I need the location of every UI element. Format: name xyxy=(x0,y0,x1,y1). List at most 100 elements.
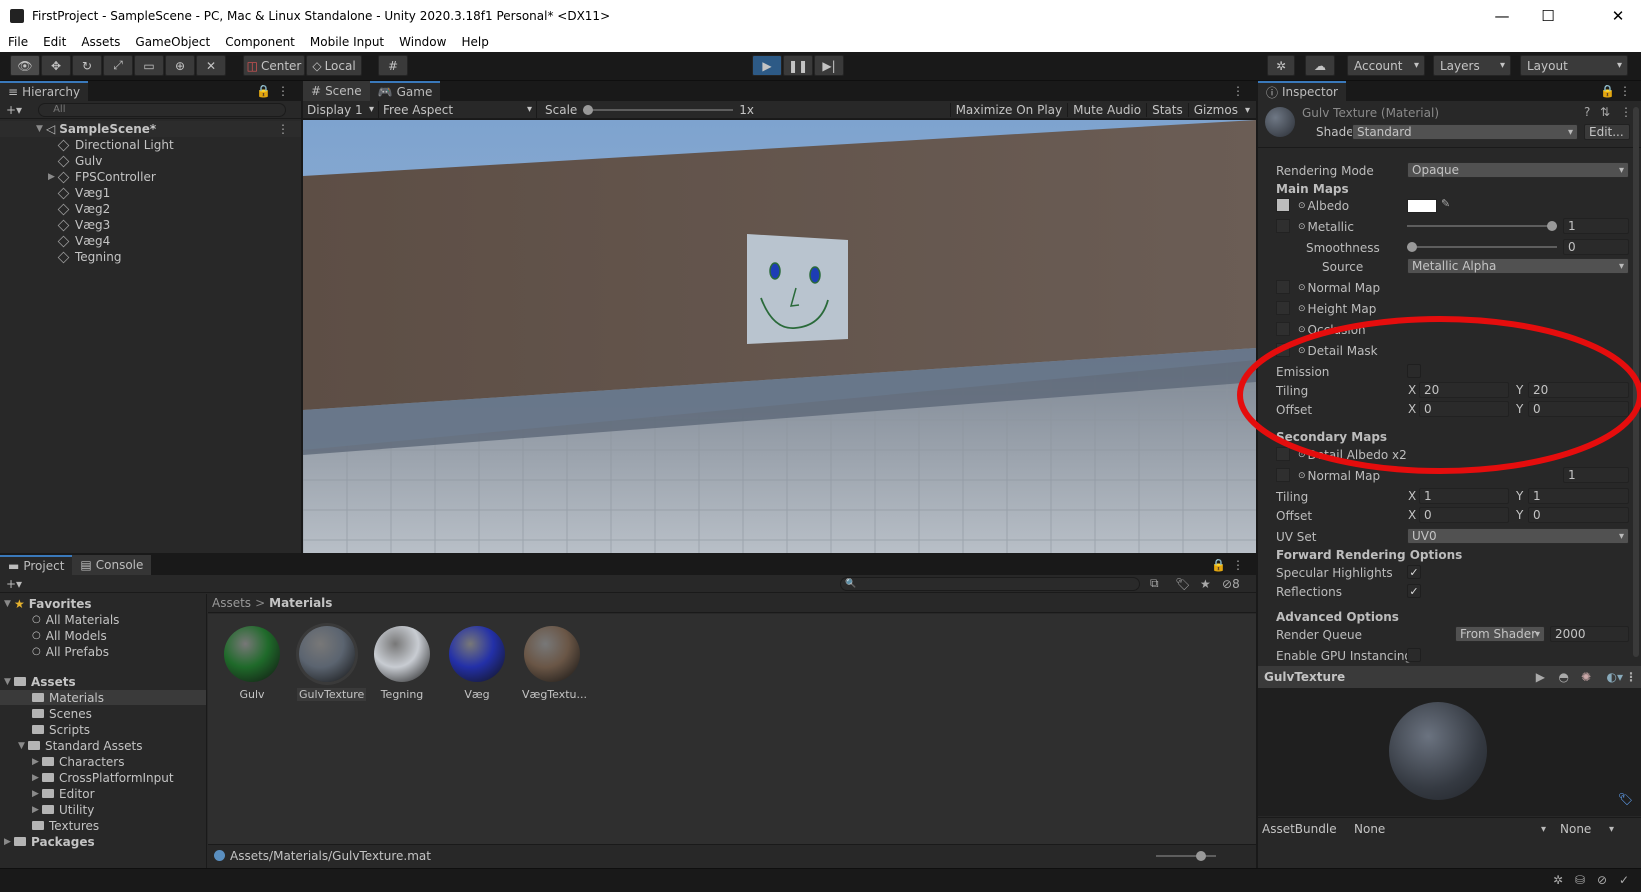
ok-icon[interactable]: ✓ xyxy=(1619,873,1629,887)
rect-tool-icon[interactable]: ▭ xyxy=(134,55,164,76)
tab-project[interactable]: ▬ Project xyxy=(0,555,73,575)
target-icon[interactable]: ⊙ xyxy=(1298,471,1306,481)
expand-arrow-icon[interactable]: ▼ xyxy=(4,599,14,609)
scale-slider-knob[interactable] xyxy=(583,104,594,115)
breadcrumb-assets[interactable]: Assets xyxy=(212,596,251,610)
sphere-mesh-icon[interactable]: ◓ xyxy=(1559,670,1569,684)
expand-arrow-icon[interactable]: ▼ xyxy=(4,677,14,687)
inspector-scrollbar[interactable] xyxy=(1633,107,1639,657)
add-icon[interactable]: +▾ xyxy=(6,103,22,117)
tab-console[interactable]: ▤ Console xyxy=(72,555,152,575)
folder-row[interactable]: Materials xyxy=(0,690,206,705)
step-button[interactable]: ▶| xyxy=(814,55,844,76)
close-button[interactable]: ✕ xyxy=(1595,0,1641,32)
main-tiling-x-field[interactable]: 20 xyxy=(1419,382,1509,398)
target-icon[interactable]: ⊙ xyxy=(1298,201,1306,211)
favorite-item[interactable]: ○ All Models xyxy=(32,628,107,643)
kebab-menu-icon[interactable]: ⋮ xyxy=(1232,558,1244,572)
scene-row[interactable]: ▼ ◁ SampleScene* ⋮ xyxy=(0,121,301,137)
eyedropper-icon[interactable]: ✎ xyxy=(1441,197,1450,210)
scale-tool-icon[interactable]: ⤢ xyxy=(103,55,133,76)
folder-row[interactable]: ▶ CrossPlatformInput xyxy=(32,770,174,785)
preview-shape-icon[interactable]: ◐▾ xyxy=(1607,670,1624,684)
filter-by-type-icon[interactable]: ⧉ xyxy=(1150,576,1159,591)
menu-gameobject[interactable]: GameObject xyxy=(127,35,217,49)
folder-row[interactable]: ▶ Characters xyxy=(32,754,125,769)
filter-by-label-icon[interactable]: 🏷 xyxy=(1175,577,1190,591)
favorite-item[interactable]: ○ All Materials xyxy=(32,612,119,627)
progress-icon[interactable]: ⊘ xyxy=(1597,873,1607,887)
uv-set-dropdown[interactable]: UV0 xyxy=(1407,528,1629,544)
expand-arrow-icon[interactable]: ▶ xyxy=(4,837,14,847)
main-offset-x-field[interactable]: 0 xyxy=(1419,401,1509,417)
pause-button[interactable]: ❚❚ xyxy=(783,55,813,76)
cache-icon[interactable]: ⛁ xyxy=(1575,873,1585,887)
lock-icon[interactable]: 🔒 xyxy=(1600,84,1615,98)
label-tag-icon[interactable]: 🏷 xyxy=(1618,792,1633,806)
gizmos-toggle[interactable]: Gizmos xyxy=(1187,103,1243,117)
secondary-normal-scale-field[interactable]: 1 xyxy=(1563,467,1629,483)
chevron-down-icon[interactable]: ▾ xyxy=(1243,105,1256,116)
aspect-dropdown[interactable]: Free Aspect ▾ xyxy=(379,100,537,119)
maximize-button[interactable]: ☐ xyxy=(1525,0,1571,32)
target-icon[interactable]: ⊙ xyxy=(1298,304,1306,314)
kebab-menu-icon[interactable]: ⋮ xyxy=(277,122,289,136)
icon-size-slider-knob[interactable] xyxy=(1196,850,1206,861)
scale-slider[interactable] xyxy=(583,101,734,119)
expand-arrow-icon[interactable]: ▶ xyxy=(32,789,42,799)
preview-area[interactable]: 🏷 xyxy=(1258,688,1641,816)
menu-component[interactable]: Component xyxy=(217,35,302,49)
menu-edit[interactable]: Edit xyxy=(35,35,73,49)
hidden-packages-icon[interactable]: ⊘8 xyxy=(1222,577,1240,591)
albedo-color-swatch[interactable] xyxy=(1407,199,1437,213)
smoothness-slider[interactable] xyxy=(1407,239,1557,255)
favorites-row[interactable]: ▼ ★ Favorites xyxy=(4,596,91,611)
minimize-button[interactable]: — xyxy=(1479,0,1525,32)
folder-row[interactable]: Scenes xyxy=(32,706,92,721)
account-dropdown[interactable]: Account ▾ xyxy=(1347,55,1425,76)
folder-row[interactable]: ▶ Utility xyxy=(32,802,94,817)
smoothness-slider-knob[interactable] xyxy=(1407,242,1417,252)
lock-icon[interactable]: 🔒 xyxy=(1211,558,1226,572)
specular-highlights-checkbox[interactable]: ✓ xyxy=(1407,565,1421,579)
emission-checkbox[interactable] xyxy=(1407,364,1421,378)
kebab-menu-icon[interactable]: ⋮ xyxy=(1619,84,1631,98)
favorite-star-icon[interactable]: ★ xyxy=(1200,577,1211,591)
grid-snap-icon[interactable]: # xyxy=(378,55,408,76)
material-asset[interactable]: VægTextu... xyxy=(522,626,587,701)
metallic-slider-knob[interactable] xyxy=(1547,221,1557,231)
hand-tool-icon[interactable]: 👁 xyxy=(10,55,40,76)
mute-audio-toggle[interactable]: Mute Audio xyxy=(1067,103,1146,117)
target-icon[interactable]: ⊙ xyxy=(1298,325,1306,335)
target-icon[interactable]: ⊙ xyxy=(1298,283,1306,293)
material-asset[interactable]: Væg xyxy=(447,626,507,701)
packages-row[interactable]: ▶ Packages xyxy=(4,834,95,849)
cloud-icon[interactable]: ☁ xyxy=(1305,55,1335,76)
source-dropdown[interactable]: Metallic Alpha xyxy=(1407,258,1629,274)
help-icon[interactable]: ? xyxy=(1584,105,1590,119)
assetbundle-variant-dropdown[interactable]: None xyxy=(1556,821,1618,837)
project-search-input[interactable]: 🔍 xyxy=(840,576,1140,591)
hierarchy-item[interactable]: Gulv xyxy=(48,153,102,169)
render-queue-field[interactable]: 2000 xyxy=(1550,626,1629,642)
smoothness-value-field[interactable]: 0 xyxy=(1563,239,1629,255)
secondary-offset-y-field[interactable]: 0 xyxy=(1528,507,1629,523)
favorite-item[interactable]: ○ All Prefabs xyxy=(32,644,109,659)
shader-edit-button[interactable]: Edit... xyxy=(1584,124,1630,140)
secondary-tiling-x-field[interactable]: 1 xyxy=(1419,488,1509,504)
pivot-center-button[interactable]: ◫ Center xyxy=(243,55,305,76)
tab-inspector[interactable]: ⓘ Inspector xyxy=(1258,81,1346,101)
main-offset-y-field[interactable]: 0 xyxy=(1528,401,1629,417)
target-icon[interactable]: ⊙ xyxy=(1298,346,1306,356)
main-tiling-y-field[interactable]: 20 xyxy=(1528,382,1629,398)
target-icon[interactable]: ⊙ xyxy=(1298,222,1306,232)
layout-dropdown[interactable]: Layout ▾ xyxy=(1520,55,1628,76)
kebab-menu-icon[interactable]: ⋮ xyxy=(1620,105,1632,119)
expand-arrow-icon[interactable]: ▶ xyxy=(32,805,42,815)
stats-toggle[interactable]: Stats xyxy=(1146,103,1188,117)
folder-row[interactable]: Scripts xyxy=(32,722,90,737)
transform-tool-icon[interactable]: ⊕ xyxy=(165,55,195,76)
kebab-menu-icon[interactable]: ⋮ xyxy=(1232,84,1244,98)
rendering-mode-dropdown[interactable]: Opaque xyxy=(1407,162,1629,178)
render-queue-dropdown[interactable]: From Shader xyxy=(1455,626,1545,642)
